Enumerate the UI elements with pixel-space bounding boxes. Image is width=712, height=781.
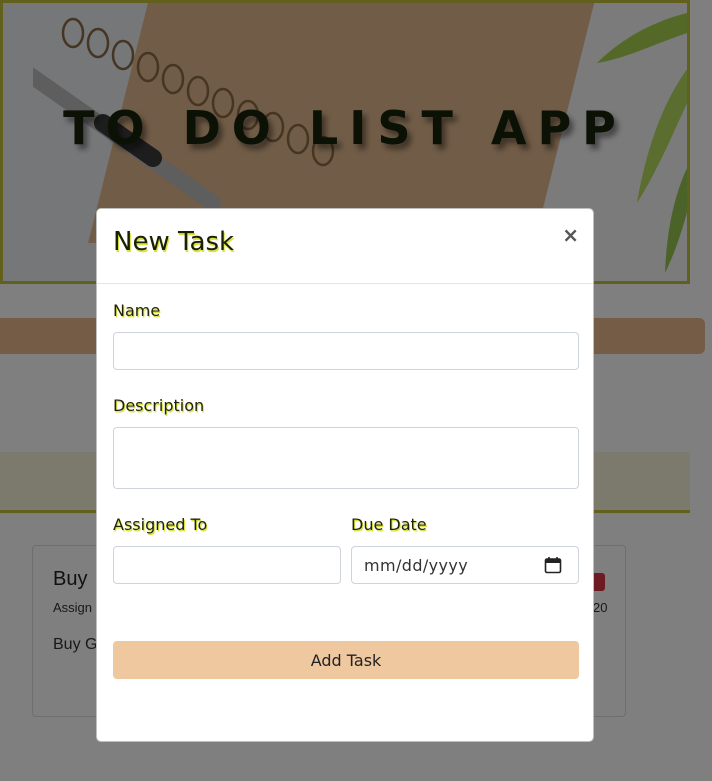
modal-title: New Task: [113, 227, 235, 257]
close-icon[interactable]: ×: [562, 223, 579, 247]
assigned-to-input[interactable]: [113, 546, 341, 584]
calendar-icon[interactable]: [544, 556, 562, 574]
description-input[interactable]: [113, 427, 579, 489]
name-label: Name: [113, 301, 161, 320]
due-date-input[interactable]: mm/dd/yyyy: [351, 546, 579, 584]
due-date-label: Due Date: [351, 515, 427, 534]
add-task-button[interactable]: Add Task: [113, 641, 579, 679]
assigned-to-label: Assigned To: [113, 515, 208, 534]
new-task-modal: New Task × Name Description Assigned To …: [96, 208, 594, 742]
description-label: Description: [113, 396, 205, 415]
modal-header: New Task ×: [97, 209, 593, 284]
name-input[interactable]: [113, 332, 579, 370]
due-date-placeholder: mm/dd/yyyy: [364, 556, 469, 575]
